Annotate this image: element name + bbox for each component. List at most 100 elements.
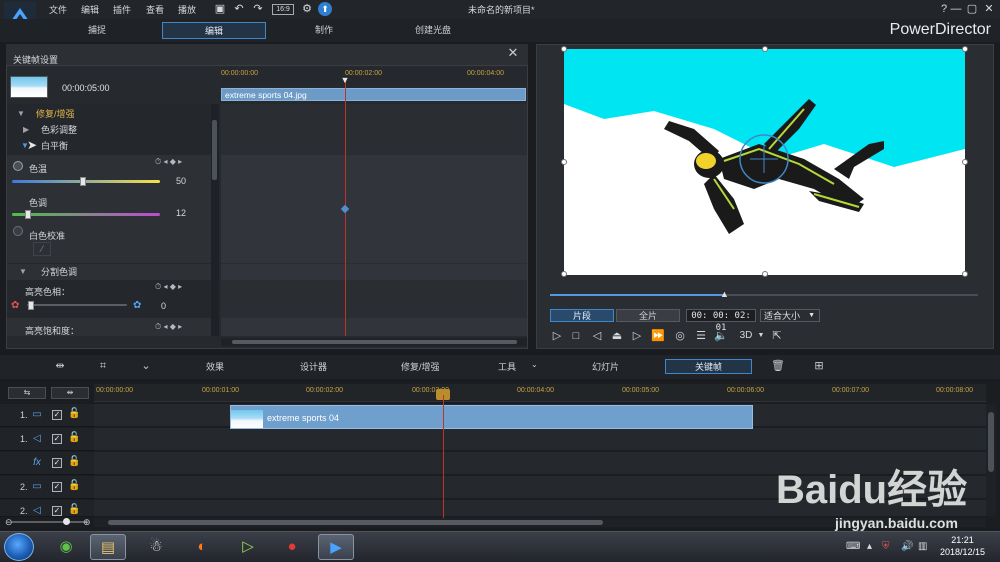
keyboard-icon[interactable]: ⌨: [846, 541, 860, 552]
section-fix-enhance[interactable]: ▼ 修复/增强: [7, 106, 211, 122]
track-header-fx[interactable]: fx ✓ 🔓: [0, 452, 94, 475]
tray-expand-icon[interactable]: ▴: [867, 541, 872, 552]
menu-playback[interactable]: 播放: [178, 3, 196, 16]
resize-handle[interactable]: [962, 271, 968, 277]
resize-handle[interactable]: [962, 46, 968, 52]
keyframe-nav-icons[interactable]: ⏱ ◂ ◆ ▸: [155, 322, 182, 332]
playhead-marker-icon[interactable]: ▼: [340, 76, 350, 85]
track-enable-checkbox[interactable]: ✓: [52, 410, 62, 420]
powerdirector-taskbar-icon[interactable]: ▶: [318, 534, 354, 560]
track-header-audio-2[interactable]: 2. ◁ ✓ 🔓: [0, 500, 94, 517]
keyframe-grid[interactable]: [221, 104, 527, 336]
fit-size-dropdown[interactable]: 适合大小 ▼: [760, 309, 820, 322]
network-icon[interactable]: ▥: [918, 541, 927, 552]
undock-window-icon[interactable]: ⇱: [770, 329, 784, 343]
track-header-video-2[interactable]: 2. ▭ ✓ 🔓: [0, 476, 94, 499]
lock-icon[interactable]: 🔓: [68, 408, 80, 420]
track-enable-checkbox[interactable]: ✓: [52, 482, 62, 492]
timeline-zoom-slider[interactable]: [12, 521, 86, 523]
color-temp-slider[interactable]: [12, 180, 160, 183]
3d-mode-button[interactable]: 3D: [736, 329, 756, 343]
color-temp-knob[interactable]: [80, 177, 86, 186]
firefox-icon[interactable]: ◐: [184, 534, 220, 560]
track-lane-audio-1[interactable]: [94, 428, 986, 451]
next-frame-icon[interactable]: ▷: [630, 329, 644, 343]
slideshow-button[interactable]: 幻灯片: [592, 360, 619, 373]
subtitle-icon[interactable]: ☰: [694, 329, 708, 343]
eyedropper-icon[interactable]: ⁄: [33, 242, 51, 256]
restore-button[interactable]: ▢: [964, 2, 980, 16]
previous-frame-icon[interactable]: ◁: [590, 329, 604, 343]
lock-icon[interactable]: 🔓: [68, 480, 80, 492]
clip-mode-button[interactable]: 片段: [550, 309, 614, 322]
track-enable-checkbox[interactable]: ✓: [52, 458, 62, 468]
more-options-icon[interactable]: ⊞: [812, 359, 826, 373]
scrubber-knob-icon[interactable]: ▲: [720, 290, 729, 299]
keyframe-clip-bar[interactable]: extreme sports 04.jpg: [221, 88, 526, 101]
menu-view[interactable]: 查看: [146, 3, 164, 16]
fit-timeline-icon[interactable]: ⇹: [53, 359, 67, 373]
tab-capture[interactable]: 捕捉: [45, 22, 149, 39]
system-clock[interactable]: 21:21 2018/12/15: [940, 535, 985, 557]
white-calibration-radio[interactable]: [13, 226, 23, 236]
chevron-down-icon[interactable]: ▼: [754, 329, 768, 343]
timeline-ruler[interactable]: 00:00:00:00 00:00:01:00 00:00:02:00 00:0…: [94, 384, 986, 402]
keyframe-button[interactable]: 关键帧: [665, 359, 752, 374]
keyframe-nav-icons[interactable]: ⏱ ◂ ◆ ▸: [155, 157, 182, 167]
snapshot-camera-icon[interactable]: ◎: [673, 329, 687, 343]
crop-icon[interactable]: ⌗: [96, 359, 110, 373]
tab-create-disc[interactable]: 创建光盘: [381, 22, 485, 39]
tools-button[interactable]: 工具: [498, 360, 516, 373]
zoom-slider-knob[interactable]: [63, 518, 70, 525]
stop-icon[interactable]: □: [569, 329, 583, 343]
resize-handle[interactable]: [762, 271, 768, 277]
track-manager-icon[interactable]: ⇆: [8, 387, 46, 399]
resize-handle[interactable]: [561, 159, 567, 165]
360-browser-icon[interactable]: ◉: [48, 534, 84, 560]
highlight-hue-knob[interactable]: [28, 301, 34, 310]
delete-trash-icon[interactable]: 🗑: [771, 359, 785, 373]
upgrade-icon[interactable]: ⬆: [318, 2, 332, 16]
timecode-display[interactable]: 00: 00: 02: 01: [686, 309, 756, 333]
play-icon[interactable]: ▷: [550, 329, 564, 343]
highlight-hue-slider[interactable]: [27, 304, 127, 306]
keyframe-ruler[interactable]: 00:00:00:00 00:00:02:00 00:00:04:00: [221, 67, 527, 85]
qq-icon[interactable]: ☃: [138, 534, 174, 560]
volume-tray-icon[interactable]: 🔊: [901, 541, 913, 552]
tab-produce[interactable]: 制作: [272, 22, 376, 39]
fix-enhance-button[interactable]: 修复/增强: [401, 360, 440, 373]
close-button[interactable]: ✕: [981, 2, 997, 16]
chevron-circle-icon[interactable]: ⌄: [139, 359, 153, 373]
save-icon[interactable]: ▣: [213, 2, 227, 16]
windows-start-button[interactable]: [4, 533, 34, 561]
preview-image[interactable]: [564, 49, 965, 275]
settings-gear-icon[interactable]: ⚙: [300, 2, 314, 16]
split-icon[interactable]: ⏏: [610, 329, 624, 343]
undo-icon[interactable]: ↶: [232, 2, 246, 16]
zoom-in-icon[interactable]: ⊕: [83, 517, 91, 528]
resize-handle[interactable]: [762, 46, 768, 52]
redo-icon[interactable]: ↷: [251, 2, 265, 16]
track-header-video-1[interactable]: 1. ▭ ✓ 🔓: [0, 404, 94, 427]
volume-icon[interactable]: 🔈: [714, 329, 728, 343]
section-color-adjust[interactable]: ▶ 色彩调整: [7, 122, 211, 138]
effects-button[interactable]: 效果: [206, 360, 224, 373]
timeline-playhead[interactable]: [443, 395, 444, 520]
fast-forward-icon[interactable]: ⏩: [651, 329, 665, 343]
tint-knob[interactable]: [25, 210, 31, 219]
aspect-ratio-button[interactable]: 16:9: [272, 4, 294, 15]
close-icon[interactable]: ✕: [506, 46, 520, 60]
chevron-down-icon[interactable]: ⌄: [531, 360, 538, 369]
scrollbar-thumb[interactable]: [212, 120, 217, 180]
color-temp-radio[interactable]: [13, 161, 23, 171]
track-enable-checkbox[interactable]: ✓: [52, 434, 62, 444]
lock-icon[interactable]: 🔓: [68, 432, 80, 444]
tint-slider[interactable]: [12, 213, 160, 216]
scrollbar-thumb[interactable]: [108, 520, 603, 525]
file-explorer-icon[interactable]: ▤: [90, 534, 126, 560]
media-app-icon[interactable]: ▷: [230, 534, 266, 560]
recorder-icon[interactable]: ●: [274, 534, 310, 560]
menu-plugins[interactable]: 插件: [113, 3, 131, 16]
menu-file[interactable]: 文件: [49, 3, 67, 16]
resize-handle[interactable]: [561, 46, 567, 52]
